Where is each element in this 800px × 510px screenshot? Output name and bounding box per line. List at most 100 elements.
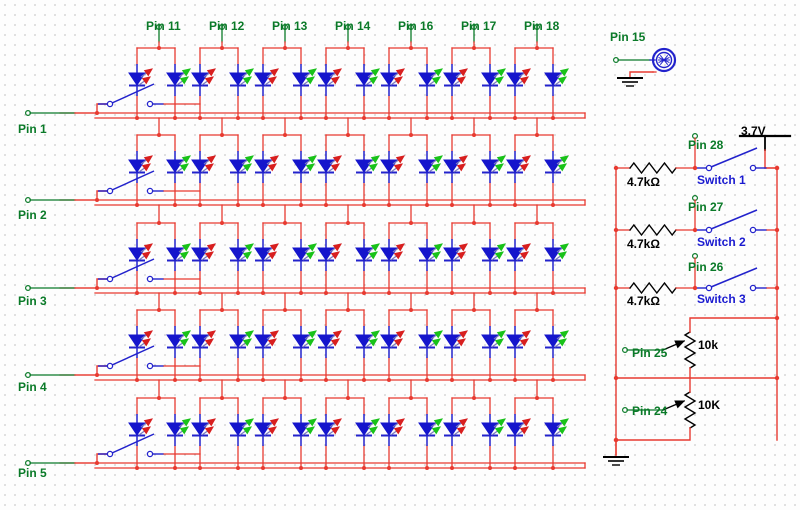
led-r1c6-red[interactable] [506, 151, 531, 183]
led-r1c4-red[interactable] [380, 151, 405, 183]
led-r0c2-red[interactable] [254, 64, 279, 96]
cell-feed-junction-4-3 [346, 396, 350, 400]
pot-wiper-arrow-1 [674, 400, 686, 409]
cell-feed-junction-3-6 [535, 308, 539, 312]
led-r4c4-green[interactable] [418, 414, 443, 446]
cell-feed-junction-4-6 [535, 396, 539, 400]
cell-feed-junction-4-0 [157, 396, 161, 400]
led-r3c0-red[interactable] [128, 326, 153, 358]
led-r2c6-red[interactable] [506, 239, 531, 271]
schematic-drawing [0, 0, 800, 510]
led-r3c2-green[interactable] [292, 326, 317, 358]
switch-1[interactable] [697, 209, 767, 234]
led-r0c5-red[interactable] [443, 64, 468, 96]
led-r2c5-red[interactable] [443, 239, 468, 271]
row-switch-3[interactable] [98, 345, 164, 370]
led-r2c1-red[interactable] [191, 239, 216, 271]
cell-feed-junction-2-4 [409, 221, 413, 225]
led-r1c2-green[interactable] [292, 151, 317, 183]
resistor-0 [629, 161, 677, 175]
pot-bottom-lead-0 [615, 367, 691, 379]
led-r1c2-red[interactable] [254, 151, 279, 183]
led-r3c1-red[interactable] [191, 326, 216, 358]
led-r4c0-green[interactable] [166, 414, 191, 446]
row-switch-corner-1 [96, 190, 109, 201]
row-switch-4[interactable] [98, 433, 164, 458]
led-r2c5-green[interactable] [481, 239, 506, 271]
led-r2c3-green[interactable] [355, 239, 380, 271]
led-r2c0-green[interactable] [166, 239, 191, 271]
led-r1c1-red[interactable] [191, 151, 216, 183]
led-r4c3-red[interactable] [317, 414, 342, 446]
led-r4c0-red[interactable] [128, 414, 153, 446]
led-r1c3-green[interactable] [355, 151, 380, 183]
led-r0c4-green[interactable] [418, 64, 443, 96]
led-r1c6-green[interactable] [544, 151, 569, 183]
led-r1c4-green[interactable] [418, 151, 443, 183]
led-r0c3-green[interactable] [355, 64, 380, 96]
led-r2c6-green[interactable] [544, 239, 569, 271]
led-r3c1-green[interactable] [229, 326, 254, 358]
led-r3c4-green[interactable] [418, 326, 443, 358]
row-switch-corner-3 [96, 365, 109, 376]
led-r0c5-green[interactable] [481, 64, 506, 96]
led-r4c2-green[interactable] [292, 414, 317, 446]
led-r2c0-red[interactable] [128, 239, 153, 271]
led-r0c1-green[interactable] [229, 64, 254, 96]
led-r3c0-green[interactable] [166, 326, 191, 358]
switch-0[interactable] [697, 147, 767, 172]
cell-feed-junction-1-6 [535, 133, 539, 137]
led-r0c0-red[interactable] [128, 64, 153, 96]
switch-2[interactable] [697, 267, 767, 292]
led-r1c5-red[interactable] [443, 151, 468, 183]
led-r0c4-red[interactable] [380, 64, 405, 96]
left-rail-junction-0 [613, 165, 619, 171]
led-r0c0-green[interactable] [166, 64, 191, 96]
led-r4c4-red[interactable] [380, 414, 405, 446]
cell-feed-junction-1-5 [472, 133, 476, 137]
led-r3c6-green[interactable] [544, 326, 569, 358]
led-r0c6-red[interactable] [506, 64, 531, 96]
led-r3c6-red[interactable] [506, 326, 531, 358]
schematic-canvas: Pin 11 Pin 12 Pin 13 Pin 14 Pin 16 Pin 1… [0, 0, 800, 510]
led-r3c4-red[interactable] [380, 326, 405, 358]
led-r4c6-red[interactable] [506, 414, 531, 446]
led-r0c1-red[interactable] [191, 64, 216, 96]
led-r2c3-red[interactable] [317, 239, 342, 271]
led-r4c5-red[interactable] [443, 414, 468, 446]
led-r4c1-red[interactable] [191, 414, 216, 446]
pot-bottom-lead-1 [615, 427, 691, 441]
led-r0c2-green[interactable] [292, 64, 317, 96]
led-r3c3-green[interactable] [355, 326, 380, 358]
switch-node-junction-0 [692, 165, 698, 171]
led-r1c0-green[interactable] [166, 151, 191, 183]
cell-feed-junction-3-1 [220, 308, 224, 312]
led-r2c2-red[interactable] [254, 239, 279, 271]
cell-feed-junction-4-5 [472, 396, 476, 400]
led-r2c4-green[interactable] [418, 239, 443, 271]
led-r2c4-red[interactable] [380, 239, 405, 271]
row-switch-0[interactable] [98, 83, 164, 108]
led-r1c0-red[interactable] [128, 151, 153, 183]
led-r3c2-red[interactable] [254, 326, 279, 358]
led-r3c3-red[interactable] [317, 326, 342, 358]
led-r3c5-red[interactable] [443, 326, 468, 358]
led-r1c5-green[interactable] [481, 151, 506, 183]
led-r0c3-red[interactable] [317, 64, 342, 96]
led-r4c2-red[interactable] [254, 414, 279, 446]
cell-feed-junction-0-6 [535, 46, 539, 50]
led-r2c1-green[interactable] [229, 239, 254, 271]
led-r2c2-green[interactable] [292, 239, 317, 271]
row-switch-1[interactable] [98, 170, 164, 195]
pot-top-lead-1 [689, 377, 778, 393]
led-r4c5-green[interactable] [481, 414, 506, 446]
led-r3c5-green[interactable] [481, 326, 506, 358]
led-r0c6-green[interactable] [544, 64, 569, 96]
led-r1c3-red[interactable] [317, 151, 342, 183]
led-r4c3-green[interactable] [355, 414, 380, 446]
led-r1c1-green[interactable] [229, 151, 254, 183]
resistor-1 [629, 223, 677, 237]
row-switch-2[interactable] [98, 258, 164, 283]
led-r4c1-green[interactable] [229, 414, 254, 446]
led-r4c6-green[interactable] [544, 414, 569, 446]
